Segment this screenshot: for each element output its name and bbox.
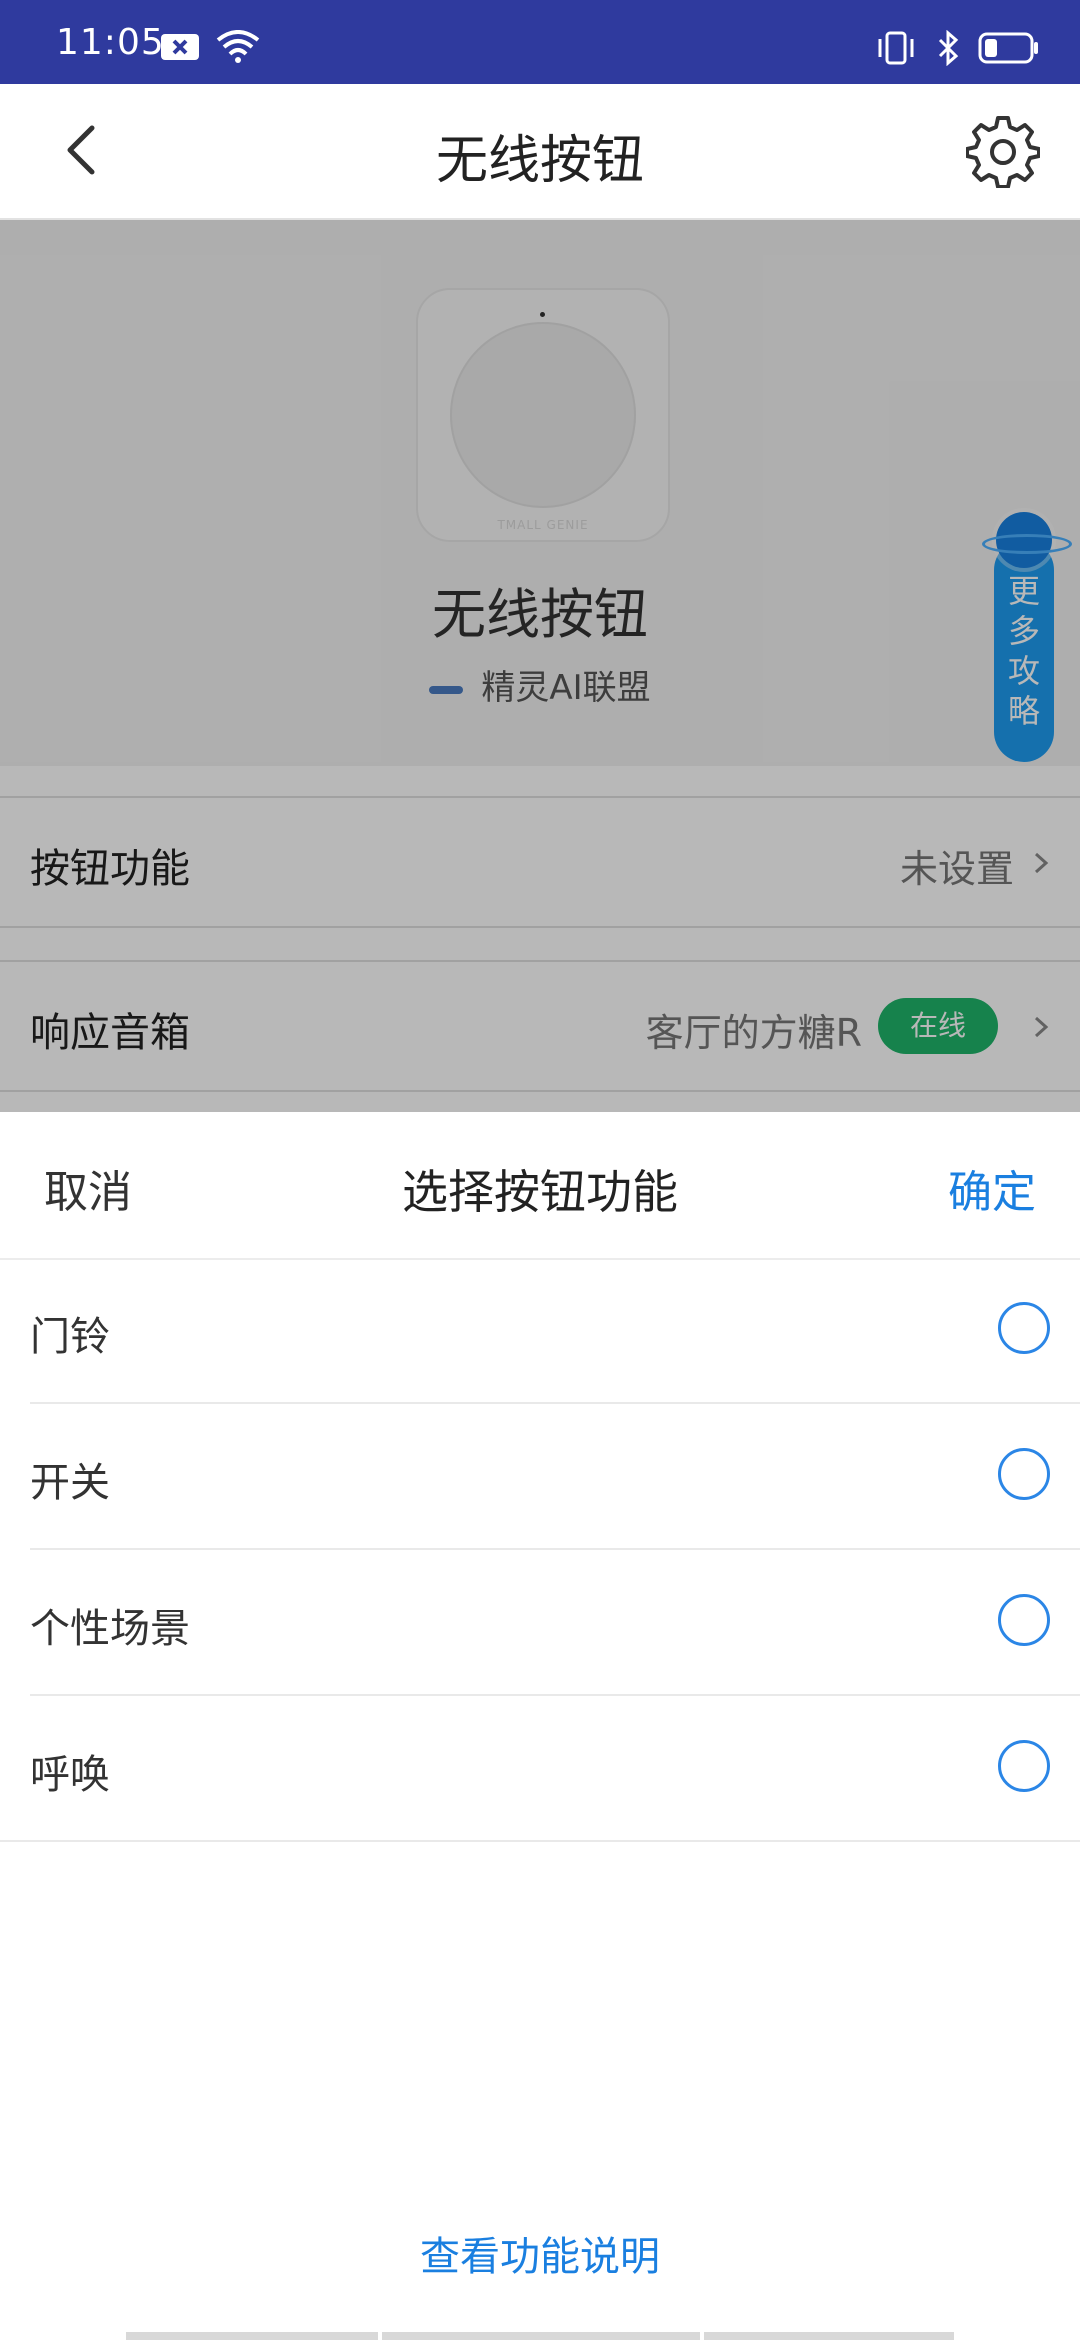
- option-label: 门铃: [30, 1314, 110, 1360]
- option-label: 开关: [30, 1460, 110, 1506]
- status-time: 11:05: [56, 22, 165, 63]
- select-function-sheet: 取消 选择按钮功能 确定 门铃 开关 个性场景 呼唤 查看功能说明: [0, 1112, 1080, 2340]
- notification-icon: [161, 34, 199, 60]
- status-icons-right: [874, 30, 1040, 66]
- modal-overlay[interactable]: [0, 220, 1080, 1112]
- vibrate-icon: [878, 31, 914, 65]
- sheet-title: 选择按钮功能: [402, 1165, 678, 1219]
- bluetooth-icon: [938, 30, 959, 66]
- app-header: 无线按钮: [0, 84, 1080, 220]
- view-feature-description-link[interactable]: 查看功能说明: [0, 2224, 1080, 2282]
- option-switch[interactable]: 开关: [30, 1404, 1080, 1550]
- option-label: 呼唤: [30, 1752, 110, 1798]
- confirm-button[interactable]: 确定: [948, 1156, 1036, 1220]
- page-title: 无线按钮: [435, 131, 644, 191]
- option-label: 个性场景: [30, 1606, 190, 1652]
- option-doorbell[interactable]: 门铃: [30, 1258, 1080, 1404]
- radio-button[interactable]: [998, 1302, 1050, 1354]
- radio-button[interactable]: [998, 1448, 1050, 1500]
- option-custom-scene[interactable]: 个性场景: [30, 1550, 1080, 1696]
- wifi-icon: [216, 30, 260, 63]
- nav-indicator-left: [126, 2332, 378, 2340]
- radio-button[interactable]: [998, 1740, 1050, 1792]
- radio-button[interactable]: [998, 1594, 1050, 1646]
- function-option-list: 门铃 开关 个性场景 呼唤: [0, 1258, 1080, 1842]
- nav-indicator-center: [382, 2332, 700, 2340]
- gear-icon[interactable]: [966, 114, 1040, 188]
- option-call[interactable]: 呼唤: [0, 1696, 1080, 1842]
- sheet-header: 取消 选择按钮功能 确定: [0, 1112, 1080, 1260]
- nav-indicator-right: [704, 2332, 954, 2340]
- status-icons-left: [160, 30, 260, 64]
- battery-icon: [978, 32, 1038, 64]
- status-bar: 11:05: [0, 0, 1080, 84]
